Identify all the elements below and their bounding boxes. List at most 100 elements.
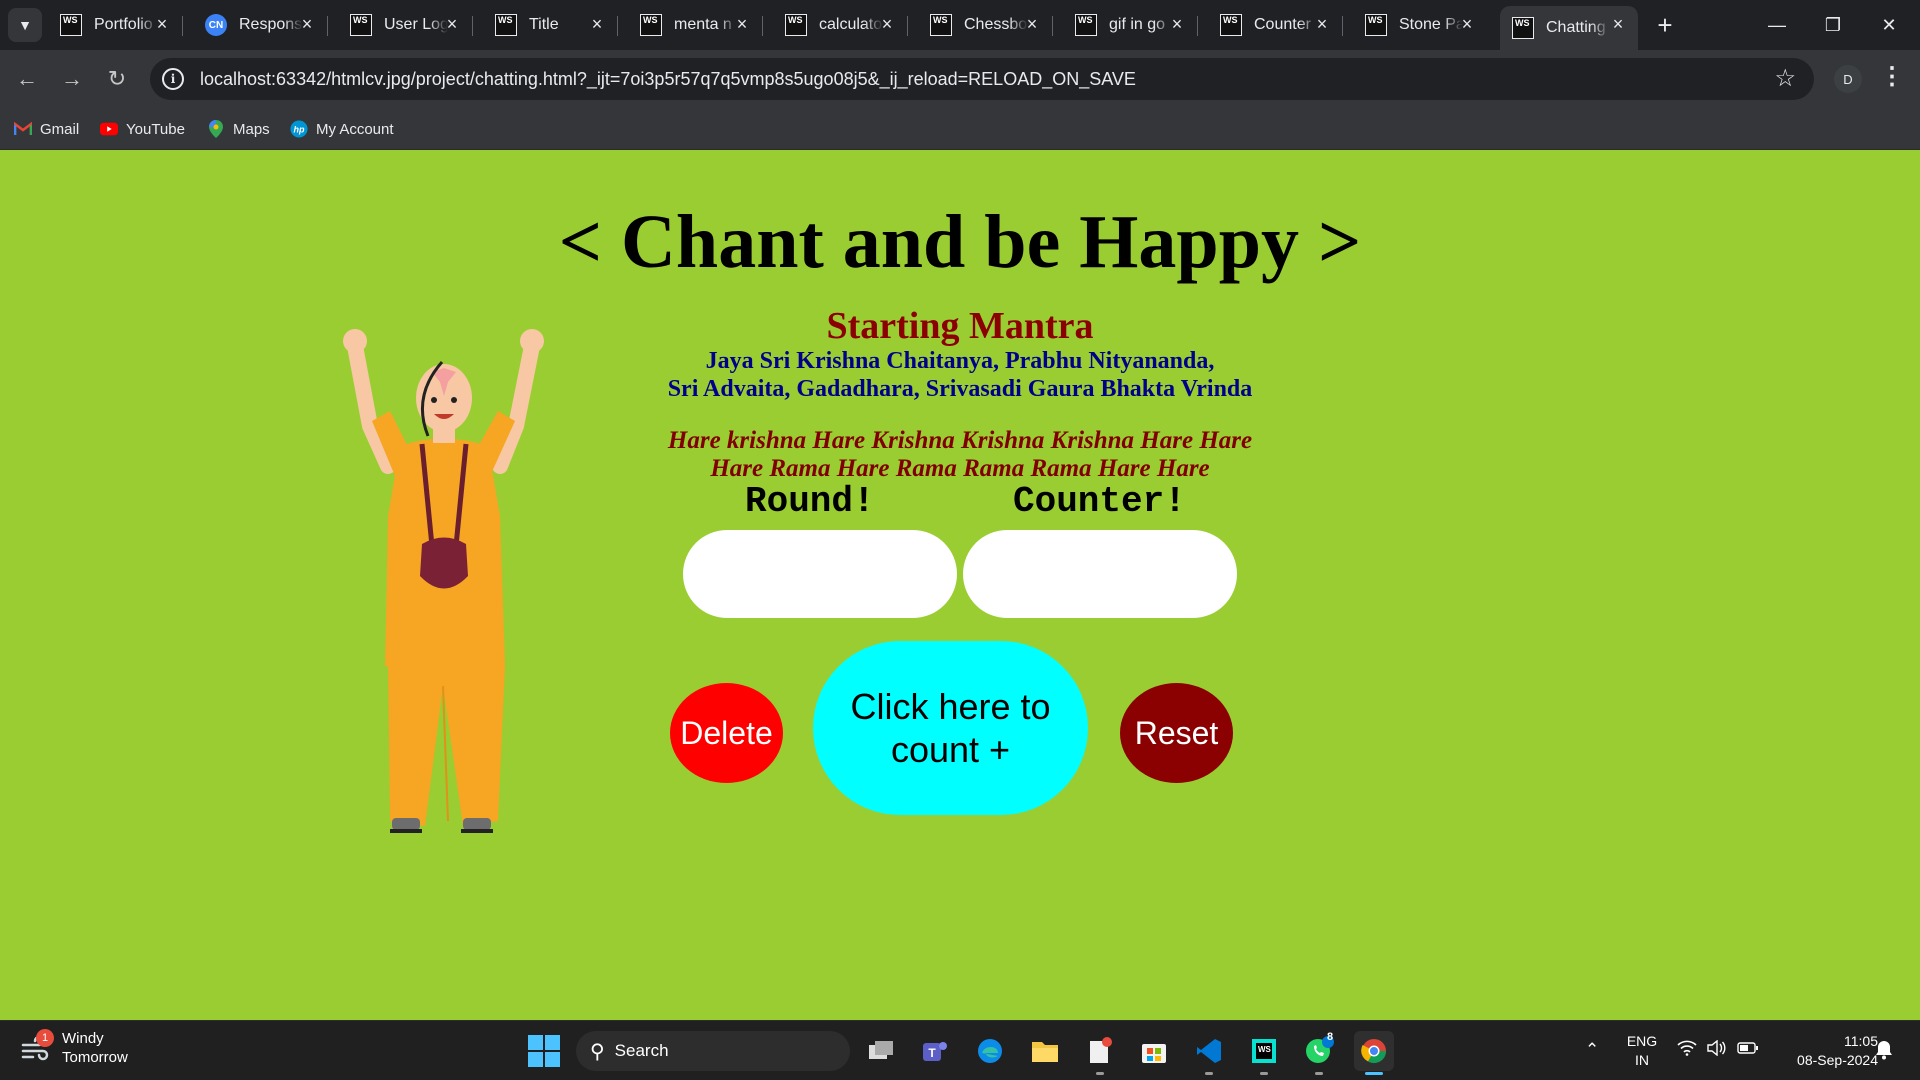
edge-icon[interactable] [970,1031,1010,1071]
battery-icon[interactable] [1737,1040,1759,1060]
file-explorer-icon[interactable] [1025,1031,1065,1071]
back-button[interactable]: ← [10,62,44,96]
delete-button[interactable]: Delete [670,683,783,783]
reset-button[interactable]: Reset [1120,683,1233,783]
webstorm-icon: WS [495,14,517,36]
weather-widget[interactable]: 1 Windy Tomorrow [20,1029,128,1067]
vscode-icon[interactable] [1189,1031,1229,1075]
close-icon[interactable]: × [442,14,462,34]
close-icon[interactable]: × [1608,14,1628,34]
tab-user-login[interactable]: WS User Login × [338,6,473,44]
tab-title: gif in go [1109,16,1166,33]
bookmark-youtube[interactable]: YouTube [100,116,185,142]
tab-search-button[interactable]: ▼ [8,8,42,42]
page-content: < Chant and be Happy > Starting Mantra J… [0,151,1920,1020]
task-view-icon[interactable] [861,1031,901,1071]
tab-title: Responsive [239,16,303,33]
bookmark-gmail[interactable]: Gmail [14,116,79,142]
maps-icon [207,120,225,138]
hp-icon: hp [290,120,308,138]
tab-title: Stone Pa [1399,16,1463,33]
reload-button[interactable]: ↻ [100,62,134,96]
wifi-icon[interactable] [1677,1040,1697,1061]
url-text[interactable]: localhost:63342/htmlcv.jpg/project/chatt… [200,69,1136,90]
round-label: Round! [745,481,875,522]
menu-kebab-icon[interactable]: ⋮ [1880,62,1904,91]
counter-field[interactable] [963,530,1237,618]
language-indicator[interactable]: ENG IN [1624,1032,1660,1070]
bookmarks-bar: Gmail YouTube Maps hp My Account [0,108,1920,150]
close-icon[interactable]: × [877,14,897,34]
page-title: < Chant and be Happy > [558,200,1362,284]
svg-text:T: T [928,1046,936,1060]
webstorm-icon: WS [930,14,952,36]
minimize-button[interactable]: — [1749,0,1805,50]
chanting-monk-illustration [343,329,544,833]
new-tab-button[interactable]: + [1650,10,1680,40]
restore-button[interactable]: ❐ [1805,0,1861,50]
tab-chessboard[interactable]: WS Chessboard × [918,6,1053,44]
close-icon[interactable]: × [1022,14,1042,34]
close-icon[interactable]: × [297,14,317,34]
webstorm-icon: WS [785,14,807,36]
restore-icon: ❐ [1824,14,1842,35]
reload-icon: ↻ [107,66,127,91]
start-button[interactable] [528,1035,560,1067]
webstorm-icon: WS [1365,14,1387,36]
taskbar-search[interactable]: ⚲ Search [576,1031,850,1071]
clock[interactable]: 11:05 08-Sep-2024 [1772,1032,1878,1070]
tab-gif[interactable]: WS gif in go × [1063,6,1198,44]
notification-bell-icon[interactable] [1875,1040,1893,1065]
whatsapp-icon[interactable]: 8 [1299,1031,1339,1075]
round-field[interactable] [683,530,957,618]
whatsapp-badge: 8 [1327,1031,1334,1043]
close-icon[interactable]: × [1167,14,1187,34]
language-top: ENG [1626,1033,1658,1049]
notepad-icon[interactable] [1080,1031,1120,1075]
tab-title-page[interactable]: WS Title × [483,6,618,44]
clock-date: 08-Sep-2024 [1797,1052,1878,1068]
search-icon: ⚲ [590,1040,605,1063]
weather-badge: 1 [36,1029,54,1047]
teams-icon[interactable]: T [915,1031,955,1071]
count-button[interactable]: Click here to count + [813,641,1088,815]
plus-icon: + [1657,9,1673,40]
close-window-button[interactable]: ✕ [1861,0,1917,50]
bookmark-maps[interactable]: Maps [207,116,270,142]
address-bar[interactable]: i localhost:63342/htmlcv.jpg/project/cha… [150,58,1814,100]
tab-calculator[interactable]: WS calculator × [773,6,908,44]
tab-title: Chatting [1546,19,1606,36]
close-icon[interactable]: × [152,14,172,34]
bookmark-label: Maps [233,120,270,138]
clock-time: 11:05 [1844,1033,1878,1049]
profile-avatar[interactable]: D [1834,65,1862,93]
counter-label: Counter! [1013,481,1186,522]
close-icon[interactable]: × [587,14,607,34]
webstorm-icon: WS [640,14,662,36]
tab-menta[interactable]: WS menta n × [628,6,763,44]
store-icon[interactable] [1134,1031,1174,1071]
chevron-up-icon[interactable]: ⌃ [1585,1040,1599,1060]
webstorm-icon[interactable]: WS [1244,1031,1284,1075]
tab-stone-paper[interactable]: WS Stone Pa × [1353,6,1487,44]
forward-button[interactable]: → [55,62,89,96]
hare-mantra-line-1: Hare krishna Hare Krishna Krishna Krishn… [667,427,1253,454]
site-info-icon[interactable]: i [162,68,184,90]
close-icon: ✕ [1881,14,1897,35]
mantra-heading: Starting Mantra [826,305,1094,347]
tab-counter[interactable]: WS Counter × [1208,6,1343,44]
volume-icon[interactable] [1706,1039,1726,1061]
webstorm-icon: WS [350,14,372,36]
bookmark-label: My Account [316,120,394,138]
close-icon[interactable]: × [1312,14,1332,34]
chrome-icon[interactable] [1354,1031,1394,1075]
bookmark-my-account[interactable]: hp My Account [290,116,394,142]
close-icon[interactable]: × [732,14,752,34]
windows-taskbar: 1 Windy Tomorrow ⚲ Search T WS 8 ⌃ ENG I… [0,1020,1920,1080]
close-icon[interactable]: × [1457,14,1477,34]
tab-responsive[interactable]: CN Responsive × [193,6,328,44]
mantra-line-2: Sri Advaita, Gadadhara, Srivasadi Gaura … [667,376,1253,402]
tab-chatting[interactable]: WS Chatting × [1500,6,1638,50]
bookmark-star-icon[interactable]: ☆ [1774,64,1796,93]
tab-portfolio[interactable]: WS Portfolio × [48,6,183,44]
